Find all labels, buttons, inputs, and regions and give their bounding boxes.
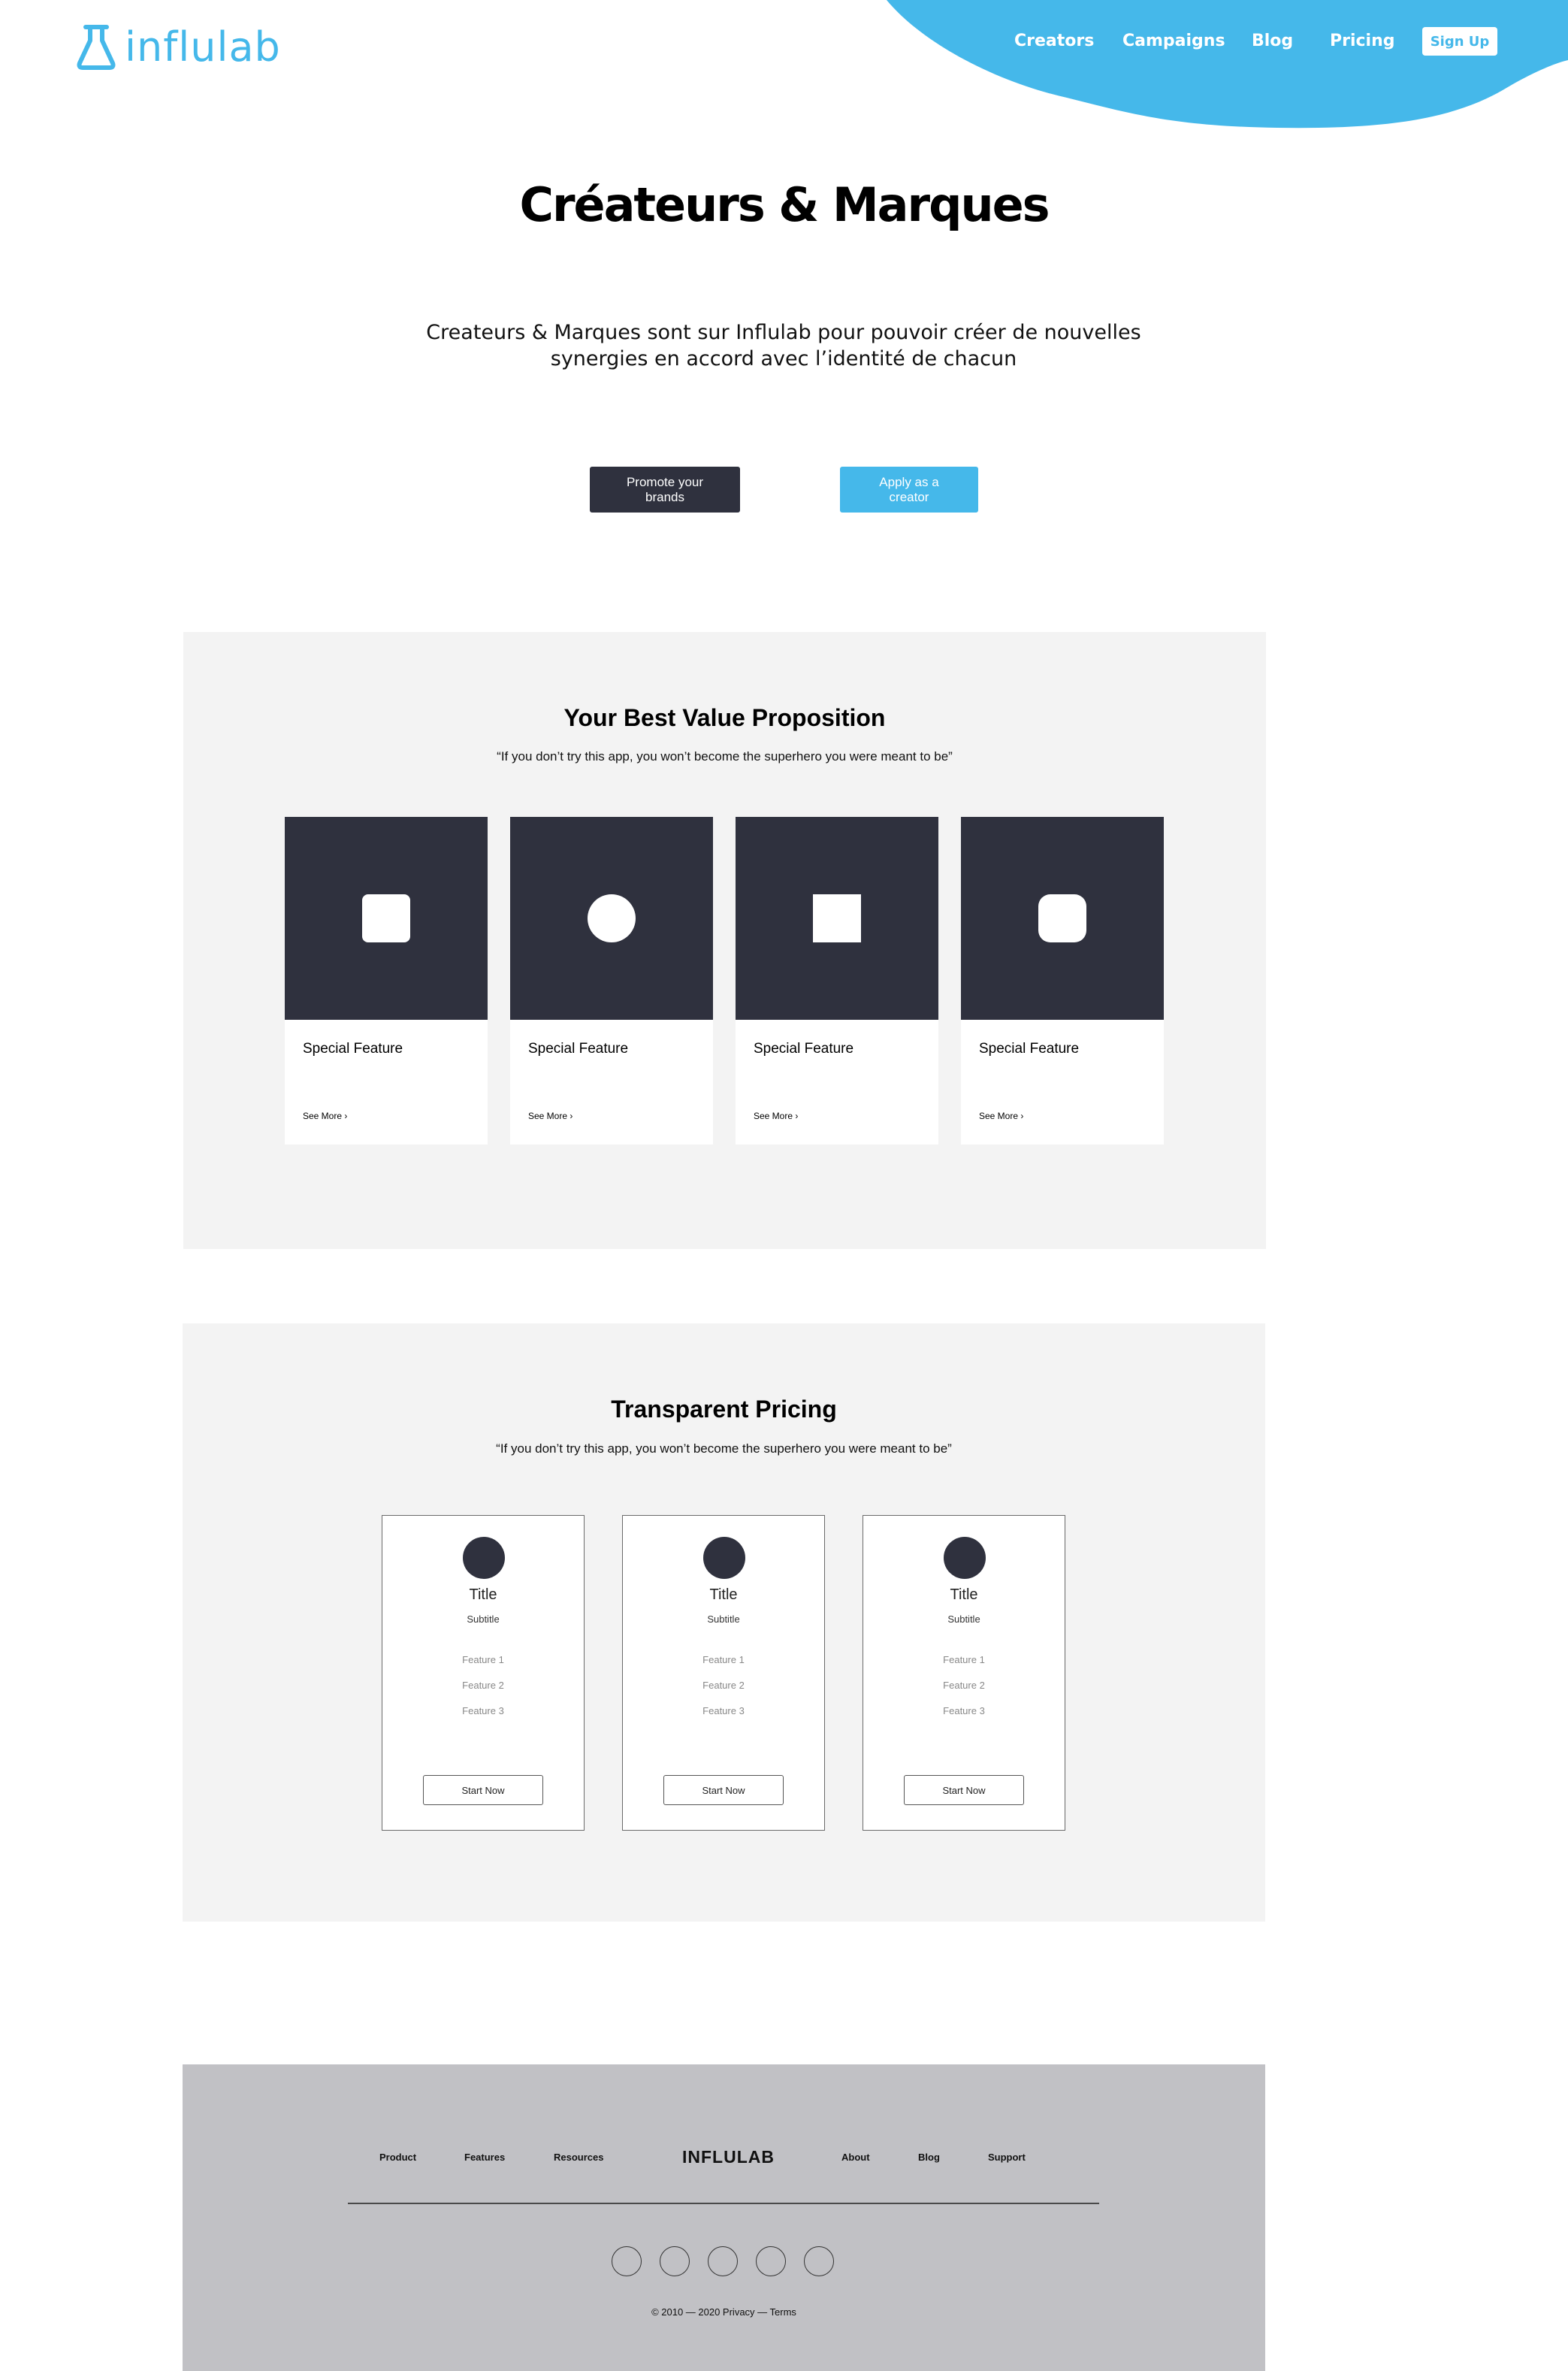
- section-title: Your Best Value Proposition: [563, 704, 886, 731]
- footer-link-support[interactable]: Support: [988, 2152, 1026, 2163]
- plan-subtitle: Subtitle: [707, 1613, 740, 1625]
- footer-link-product[interactable]: Product: [379, 2152, 416, 2163]
- plan-feature: Feature 1: [702, 1654, 745, 1665]
- footer-link-resources[interactable]: Resources: [554, 2152, 603, 2163]
- logo-text: influlab: [125, 23, 281, 71]
- pricing-section: Transparent Pricing “If you don’t try th…: [183, 1323, 1265, 1922]
- see-more-link[interactable]: See More ›: [754, 1111, 798, 1121]
- footer-link-features[interactable]: Features: [464, 2152, 505, 2163]
- feature-title: Special Feature: [303, 1041, 403, 1057]
- pricing-card: Title Subtitle Feature 1 Feature 2 Featu…: [622, 1515, 825, 1831]
- rounded-square-icon: [1038, 894, 1086, 942]
- flask-icon: [77, 25, 116, 70]
- footer-link-about[interactable]: About: [841, 2152, 870, 2163]
- footer-brand: INFLULAB: [682, 2147, 775, 2167]
- plan-feature: Feature 2: [702, 1680, 745, 1691]
- promote-brands-button[interactable]: Promote your brands: [590, 467, 740, 513]
- square-icon: [813, 894, 861, 942]
- see-more-link[interactable]: See More ›: [303, 1111, 347, 1121]
- feature-image: [961, 817, 1164, 1020]
- social-icon[interactable]: [708, 2246, 738, 2276]
- social-icon[interactable]: [612, 2246, 642, 2276]
- section-quote: “If you don’t try this app, you won’t be…: [496, 1441, 952, 1456]
- footer-divider: [348, 2203, 1099, 2204]
- logo[interactable]: influlab: [75, 23, 281, 71]
- plan-avatar: [703, 1537, 745, 1579]
- feature-image: [736, 817, 938, 1020]
- plan-feature: Feature 1: [943, 1654, 985, 1665]
- plan-avatar: [463, 1537, 505, 1579]
- plan-subtitle: Subtitle: [947, 1613, 980, 1625]
- section-quote: “If you don’t try this app, you won’t be…: [497, 749, 953, 764]
- footer: Product Features Resources INFLULAB Abou…: [183, 2064, 1265, 2371]
- section-title: Transparent Pricing: [611, 1396, 837, 1423]
- plan-avatar: [944, 1537, 986, 1579]
- rounded-square-icon: [362, 894, 410, 942]
- feature-title: Special Feature: [528, 1041, 629, 1057]
- nav-blog[interactable]: Blog: [1252, 32, 1293, 50]
- signup-button[interactable]: Sign Up: [1422, 27, 1497, 56]
- start-now-button[interactable]: Start Now: [663, 1775, 784, 1805]
- plan-feature: Feature 2: [462, 1680, 504, 1691]
- plan-feature: Feature 3: [943, 1705, 985, 1716]
- feature-image: [510, 817, 713, 1020]
- apply-creator-button[interactable]: Apply as a creator: [840, 467, 978, 513]
- plan-feature: Feature 3: [702, 1705, 745, 1716]
- feature-card[interactable]: Special Feature See More ›: [285, 817, 488, 1145]
- start-now-button[interactable]: Start Now: [423, 1775, 543, 1805]
- social-icon[interactable]: [804, 2246, 834, 2276]
- start-now-button[interactable]: Start Now: [904, 1775, 1024, 1805]
- page-title: Créateurs & Marques: [519, 177, 1050, 232]
- plan-subtitle: Subtitle: [467, 1613, 500, 1625]
- feature-card[interactable]: Special Feature See More ›: [736, 817, 938, 1145]
- plan-title: Title: [950, 1586, 978, 1603]
- see-more-link[interactable]: See More ›: [528, 1111, 573, 1121]
- circle-icon: [588, 894, 636, 942]
- hero-subtitle: Createurs & Marques sont sur Influlab po…: [426, 321, 1141, 370]
- pricing-card: Title Subtitle Feature 1 Feature 2 Featu…: [863, 1515, 1065, 1831]
- nav-campaigns[interactable]: Campaigns: [1122, 32, 1225, 50]
- nav-creators[interactable]: Creators: [1014, 32, 1094, 50]
- value-proposition-section: Your Best Value Proposition “If you don’…: [183, 632, 1266, 1249]
- plan-title: Title: [469, 1586, 497, 1603]
- footer-link-blog[interactable]: Blog: [918, 2152, 940, 2163]
- feature-card[interactable]: Special Feature See More ›: [510, 817, 713, 1145]
- feature-image: [285, 817, 488, 1020]
- plan-feature: Feature 1: [462, 1654, 504, 1665]
- social-icon[interactable]: [660, 2246, 690, 2276]
- nav-pricing[interactable]: Pricing: [1330, 32, 1395, 50]
- feature-card[interactable]: Special Feature See More ›: [961, 817, 1164, 1145]
- feature-title: Special Feature: [979, 1041, 1080, 1057]
- social-icon[interactable]: [756, 2246, 786, 2276]
- pricing-card: Title Subtitle Feature 1 Feature 2 Featu…: [382, 1515, 585, 1831]
- plan-title: Title: [709, 1586, 738, 1603]
- see-more-link[interactable]: See More ›: [979, 1111, 1023, 1121]
- feature-title: Special Feature: [754, 1041, 854, 1057]
- plan-feature: Feature 3: [462, 1705, 504, 1716]
- copyright-text: © 2010 — 2020 Privacy — Terms: [651, 2306, 796, 2318]
- plan-feature: Feature 2: [943, 1680, 985, 1691]
